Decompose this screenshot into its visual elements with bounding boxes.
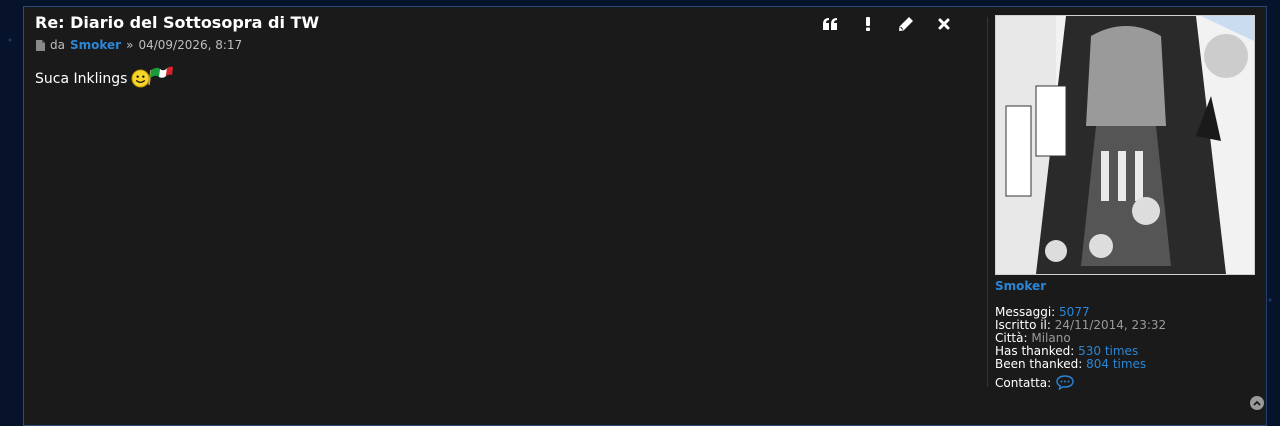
has-thanked-link[interactable]: 530 times bbox=[1078, 344, 1138, 358]
post-meta: da Smoker » 04/09/2026, 8:17 bbox=[36, 38, 242, 52]
post-title[interactable]: Re: Diario del Sottosopra di TW bbox=[35, 13, 319, 32]
post-datetime: 04/09/2026, 8:17 bbox=[138, 38, 243, 52]
italy-flag-icon bbox=[148, 66, 174, 85]
chat-bubble-icon[interactable] bbox=[1056, 375, 1074, 390]
post-body: Suca Inklings bbox=[35, 66, 174, 88]
meta-separator: » bbox=[126, 38, 134, 52]
profile-username[interactable]: Smoker bbox=[995, 279, 1257, 293]
chevron-up-icon bbox=[1253, 400, 1261, 406]
quote-icon bbox=[822, 18, 837, 30]
delete-button[interactable] bbox=[936, 15, 952, 33]
contact-row: Contatta: bbox=[995, 375, 1257, 390]
quote-button[interactable] bbox=[822, 15, 838, 33]
close-icon bbox=[938, 18, 950, 30]
exclamation-icon bbox=[866, 17, 870, 31]
document-icon[interactable] bbox=[36, 39, 45, 51]
stat-been-thanked: Been thanked: 804 times bbox=[995, 357, 1147, 371]
author-link[interactable]: Smoker bbox=[70, 38, 121, 52]
profile-stats: Messaggi: 5077 Iscritto il: 24/11/2014, … bbox=[995, 306, 1257, 371]
meta-prefix: da bbox=[50, 38, 65, 52]
profile-divider bbox=[987, 17, 988, 387]
edit-button[interactable] bbox=[898, 15, 914, 33]
pencil-icon bbox=[899, 17, 913, 31]
avatar-image bbox=[996, 16, 1254, 274]
messages-count-link[interactable]: 5077 bbox=[1059, 305, 1090, 319]
profile-panel: Smoker Messaggi: 5077 Iscritto il: 24/11… bbox=[995, 15, 1257, 390]
post-actions bbox=[822, 15, 952, 33]
report-button[interactable] bbox=[860, 15, 876, 33]
avatar[interactable] bbox=[995, 15, 1255, 275]
post-container: Re: Diario del Sottosopra di TW da Smoke… bbox=[23, 6, 1267, 426]
post-body-text: Suca Inklings bbox=[35, 70, 128, 87]
been-thanked-link[interactable]: 804 times bbox=[1086, 357, 1146, 371]
scroll-to-top-button[interactable] bbox=[1250, 396, 1264, 410]
